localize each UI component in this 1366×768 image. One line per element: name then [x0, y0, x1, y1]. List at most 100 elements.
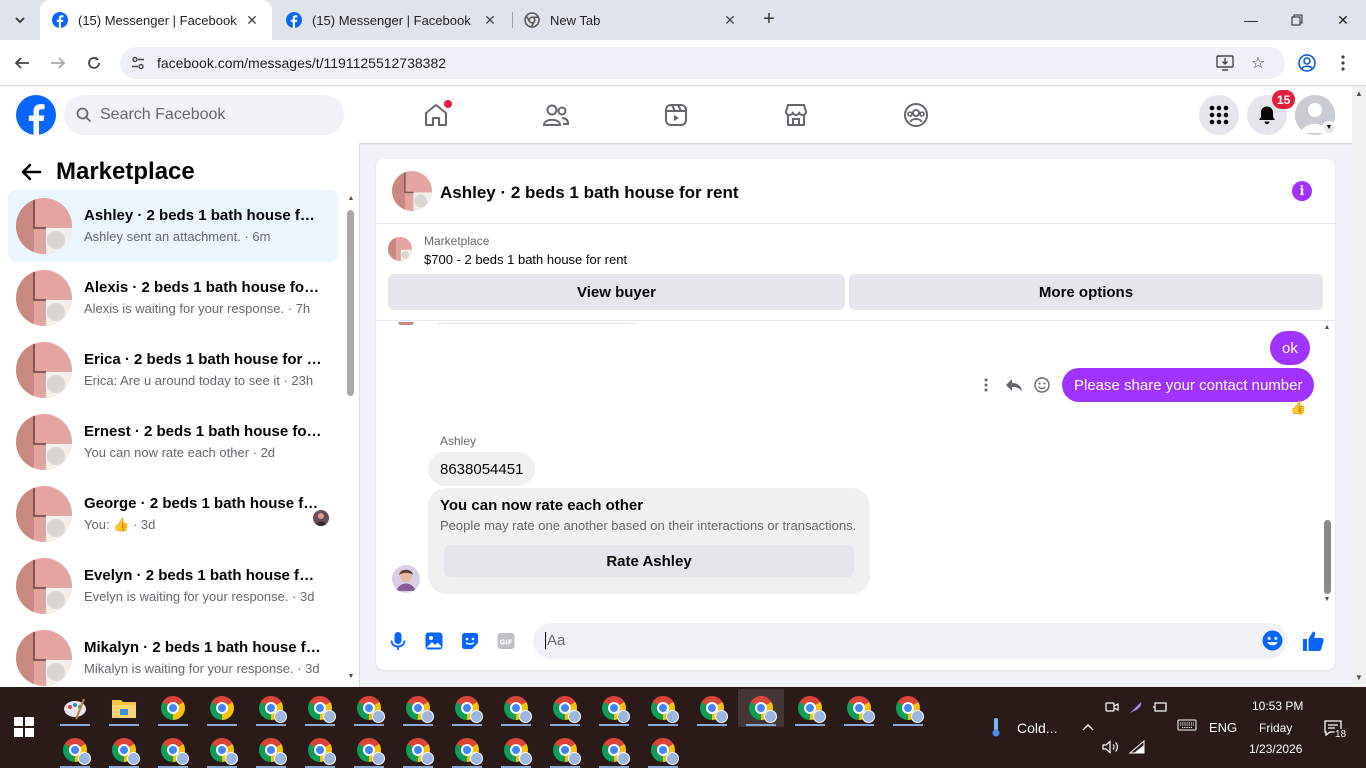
- chrome-app-icon[interactable]: [297, 689, 343, 727]
- chat-scrollbar-thumb[interactable]: [1324, 520, 1331, 594]
- tab-close-icon[interactable]: ✕: [482, 12, 498, 29]
- chrome-app-icon[interactable]: [787, 689, 833, 727]
- pen-feather-icon[interactable]: [1128, 699, 1144, 715]
- forward-arrow-icon[interactable]: [46, 51, 70, 75]
- video-icon[interactable]: [660, 99, 692, 131]
- chrome-app-icon[interactable]: [591, 689, 637, 727]
- friends-icon[interactable]: [540, 99, 572, 131]
- scroll-up-arrow-icon[interactable]: ▲: [346, 195, 356, 202]
- scroll-up-arrow-icon[interactable]: ▲: [1354, 89, 1364, 98]
- chrome-app-icon[interactable]: [248, 689, 294, 727]
- page-scrollbar[interactable]: ▲ ▼: [1352, 87, 1366, 687]
- wifi-icon[interactable]: [1128, 739, 1146, 755]
- scroll-down-arrow-icon[interactable]: ▼: [1322, 596, 1332, 603]
- chrome-app-icon[interactable]: [738, 689, 784, 727]
- chrome-app-icon[interactable]: [836, 689, 882, 727]
- chrome-app-icon[interactable]: [346, 731, 392, 768]
- back-arrow-icon[interactable]: [10, 51, 34, 75]
- incoming-message[interactable]: 8638054451: [428, 452, 536, 486]
- bookmark-star-icon[interactable]: ☆: [1248, 53, 1268, 73]
- marketplace-icon[interactable]: [780, 99, 812, 131]
- sender-avatar[interactable]: [392, 565, 420, 593]
- weather-text[interactable]: Cold...: [1017, 720, 1057, 736]
- chrome-app-icon[interactable]: [150, 731, 196, 768]
- gif-icon[interactable]: GIF: [496, 631, 516, 651]
- more-vertical-icon[interactable]: [977, 376, 995, 394]
- conversation-item[interactable]: Mikalyn · 2 beds 1 bath house for rent Mi…: [8, 622, 338, 694]
- thumbs-up-send-icon[interactable]: [1301, 629, 1325, 653]
- listing-thumbnail[interactable]: [388, 237, 412, 261]
- back-arrow-icon[interactable]: [20, 161, 42, 183]
- chrome-app-icon[interactable]: [346, 689, 392, 727]
- reply-icon[interactable]: [1005, 376, 1023, 394]
- photo-attach-icon[interactable]: [424, 631, 444, 651]
- install-app-icon[interactable]: [1215, 53, 1235, 73]
- rate-ashley-button[interactable]: Rate Ashley: [444, 545, 854, 577]
- profile-account-icon[interactable]: [1296, 52, 1318, 74]
- menu-grid-icon[interactable]: [1199, 95, 1239, 135]
- chrome-app-icon[interactable]: [444, 689, 490, 727]
- sticker-icon[interactable]: [460, 631, 480, 651]
- chat-scrollbar[interactable]: ▲ ▼: [1322, 324, 1332, 608]
- chrome-app-icon[interactable]: [444, 731, 490, 768]
- message-input[interactable]: Aa: [533, 623, 1287, 659]
- browser-menu-icon[interactable]: [1332, 52, 1354, 74]
- listing-avatar[interactable]: [392, 171, 432, 211]
- chrome-app-icon[interactable]: [395, 689, 441, 727]
- chrome-app-icon[interactable]: [493, 731, 539, 768]
- chrome-app-icon[interactable]: [885, 689, 931, 727]
- microphone-icon[interactable]: [388, 631, 408, 651]
- chrome-app-icon[interactable]: [52, 731, 98, 768]
- tab-search-chevron-icon[interactable]: [8, 8, 32, 32]
- chrome-app-icon[interactable]: [542, 689, 588, 727]
- chrome-app-icon[interactable]: [199, 731, 245, 768]
- chrome-app-icon[interactable]: [150, 689, 196, 727]
- tab-close-icon[interactable]: ✕: [722, 12, 738, 29]
- outgoing-message[interactable]: Please share your contact number: [1062, 368, 1315, 402]
- clock-time[interactable]: 10:53 PM: [1252, 699, 1303, 713]
- close-window-icon[interactable]: ✕: [1320, 0, 1366, 40]
- groups-icon[interactable]: [900, 99, 932, 131]
- chrome-app-icon[interactable]: [297, 731, 343, 768]
- site-settings-icon[interactable]: [130, 55, 146, 71]
- view-buyer-button[interactable]: View buyer: [388, 274, 845, 310]
- browser-tab-3[interactable]: New Tab ✕: [512, 0, 750, 40]
- windows-start-icon[interactable]: [14, 717, 34, 737]
- chrome-app-icon[interactable]: [689, 689, 735, 727]
- browser-tab-1[interactable]: (15) Messenger | Facebook ✕: [40, 0, 272, 40]
- weather-thermometer-icon[interactable]: [986, 716, 1006, 738]
- conversation-item[interactable]: Ashley · 2 beds 1 bath house for rent Ash…: [8, 190, 338, 262]
- show-hidden-icons-chevron-up-icon[interactable]: [1080, 719, 1096, 735]
- meet-now-camera-icon[interactable]: [1104, 699, 1120, 715]
- new-tab-plus-icon[interactable]: +: [758, 8, 780, 32]
- scroll-up-arrow-icon[interactable]: ▲: [1322, 324, 1332, 331]
- conversation-item[interactable]: Ernest · 2 beds 1 bath house for rent You…: [8, 406, 338, 478]
- keyboard-icon[interactable]: [1176, 717, 1198, 733]
- conversation-item[interactable]: Alexis · 2 beds 1 bath house for rent Ale…: [8, 262, 338, 334]
- emoji-icon[interactable]: [1262, 630, 1283, 651]
- clock-date[interactable]: 1/23/2026: [1249, 742, 1302, 756]
- conversation-item[interactable]: Evelyn · 2 beds 1 bath house for rent Eve…: [8, 550, 338, 622]
- file-explorer-icon[interactable]: [101, 689, 147, 727]
- conversation-scrollbar[interactable]: ▲ ▼: [346, 195, 354, 683]
- paint-app-icon[interactable]: [52, 689, 98, 727]
- conversation-item[interactable]: George · 2 beds 1 bath house for rent You…: [8, 478, 338, 550]
- browser-tab-2[interactable]: (15) Messenger | Facebook ✕: [274, 0, 510, 40]
- volume-speaker-icon[interactable]: [1102, 739, 1120, 755]
- chrome-app-icon[interactable]: [199, 689, 245, 727]
- minimize-icon[interactable]: —: [1228, 0, 1274, 40]
- listing-title[interactable]: $700 - 2 beds 1 bath house for rent: [424, 252, 627, 267]
- outgoing-message[interactable]: ok: [1270, 331, 1310, 365]
- chrome-app-icon[interactable]: [640, 689, 686, 727]
- react-smiley-icon[interactable]: [1033, 376, 1051, 394]
- more-options-button[interactable]: More options: [849, 274, 1323, 310]
- clock-day[interactable]: Friday: [1259, 721, 1292, 735]
- input-language[interactable]: ENG: [1209, 720, 1237, 735]
- chrome-app-icon[interactable]: [493, 689, 539, 727]
- chrome-app-icon[interactable]: [542, 731, 588, 768]
- account-chevron-down-icon[interactable]: ▼: [1322, 121, 1336, 135]
- chat-title[interactable]: Ashley · 2 beds 1 bath house for rent: [440, 183, 739, 203]
- address-bar[interactable]: facebook.com/messages/t/1191125512738382…: [120, 47, 1285, 79]
- chrome-app-icon[interactable]: [591, 731, 637, 768]
- conversation-item[interactable]: Erica · 2 beds 1 bath house for rent Eric…: [8, 334, 338, 406]
